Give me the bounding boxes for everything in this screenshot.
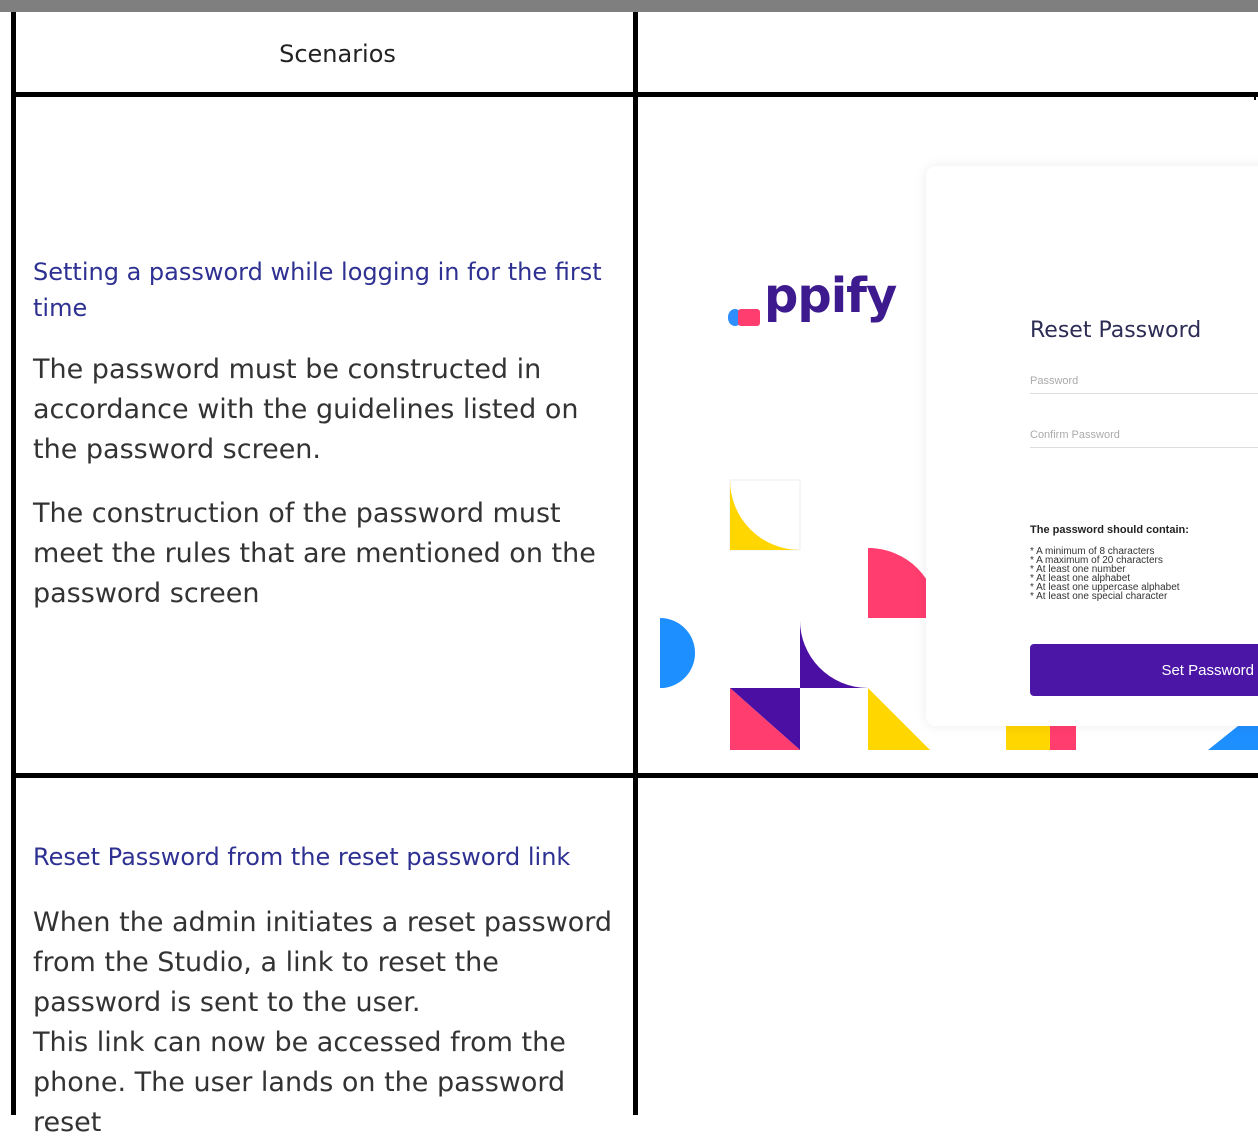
row2-text: Reset Password from the reset password l… — [33, 839, 628, 1143]
rules-list: * A minimum of 8 characters * A maximum … — [1030, 547, 1180, 602]
rules-heading: The password should contain: — [1030, 524, 1189, 536]
reset-password-screenshot: ppify Reset Password Password Confirm Pa… — [660, 100, 1258, 750]
logo-text: ppify — [764, 268, 897, 324]
rule-item: * At least one special character — [1030, 591, 1168, 602]
row2-title: Reset Password from the reset password l… — [33, 843, 571, 871]
header-scenarios: Scenarios — [279, 40, 396, 68]
confirm-password-field[interactable]: Confirm Password — [1030, 429, 1258, 448]
table-row-divider-1 — [11, 92, 1258, 97]
table-column-divider — [633, 12, 638, 1115]
reset-password-title: Reset Password — [1030, 318, 1202, 343]
top-border — [0, 0, 1258, 12]
row1-para2: The construction of the password must me… — [33, 498, 596, 609]
table-left-border — [11, 12, 16, 1115]
row2-para1: When the admin initiates a reset passwor… — [33, 907, 613, 1018]
appify-logo: ppify — [728, 268, 897, 326]
set-password-button[interactable]: Set Password — [1030, 644, 1258, 696]
logo-mark-icon — [728, 284, 762, 326]
row1-para1: The password must be constructed in acco… — [33, 354, 579, 465]
password-field[interactable]: Password — [1030, 375, 1258, 394]
row1-text: Setting a password while logging in for … — [33, 254, 623, 614]
table-row-divider-2 — [11, 773, 1258, 778]
row1-title: Setting a password while logging in for … — [33, 258, 602, 322]
row2-para2: This link can now be accessed from the p… — [33, 1027, 566, 1138]
